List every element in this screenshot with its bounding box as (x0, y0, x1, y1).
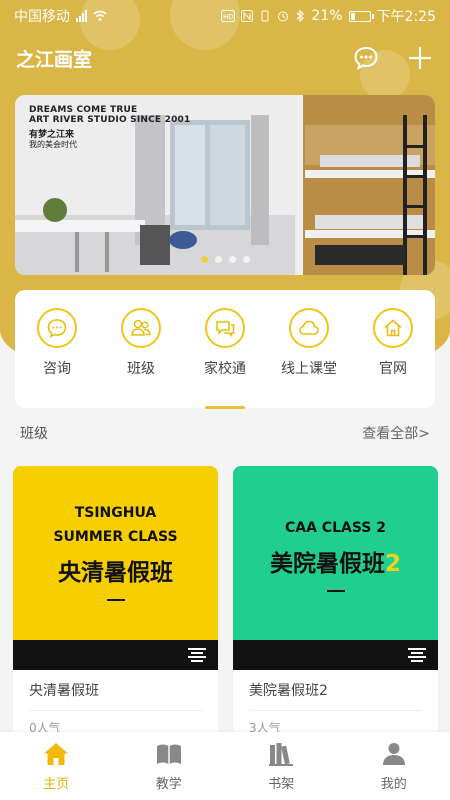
svg-text:HD: HD (223, 13, 234, 21)
cover-cn-title: 美院暑假班2 (270, 544, 401, 578)
quick-nav: 咨询 班级 家校通 线上课堂 官网 (15, 290, 435, 409)
cover-cn-text: 美院暑假班 (269, 551, 385, 577)
class-card[interactable]: CAA CLASS 2 美院暑假班2 美院暑假班2 3人气 (233, 466, 438, 746)
carousel-dot[interactable] (214, 256, 222, 263)
cover-divider (106, 599, 125, 601)
class-cover: CAA CLASS 2 美院暑假班2 (233, 466, 438, 640)
chat-icon (354, 46, 378, 70)
banner-line3: 有梦之江来 (29, 129, 75, 140)
tab-bookshelf[interactable]: 书架 (241, 740, 321, 792)
cover-en-line2: SUMMER CLASS (53, 529, 178, 545)
nfc-icon (241, 10, 254, 22)
carousel-dot[interactable] (228, 256, 236, 263)
nav-label: 咨询 (43, 361, 71, 377)
online-class-icon (299, 320, 319, 335)
signal-icon (76, 10, 87, 22)
studio-logo-icon (188, 648, 206, 662)
class-name: 央清暑假班 (29, 683, 99, 699)
class-icon (131, 319, 151, 336)
vibrate-icon (261, 10, 269, 22)
cover-en-line1: TSINGHUA (74, 505, 157, 521)
bookshelf-icon (269, 743, 294, 766)
studio-logo-icon (408, 648, 426, 662)
banner-carousel[interactable]: DREAMS COME TRUE ART RIVER STUDIO SINCE … (15, 95, 435, 275)
clock: 下午2:25 (376, 9, 436, 25)
class-cover: TSINGHUA SUMMER CLASS 央清暑假班 (13, 466, 218, 640)
app-title: 之江画室 (16, 48, 93, 71)
tab-label: 书架 (268, 777, 295, 792)
home-icon (44, 743, 69, 765)
tab-label: 主页 (43, 777, 70, 792)
battery-icon (348, 10, 374, 22)
nav-item-online-class[interactable]: 线上课堂 (267, 308, 351, 408)
home-school-icon (216, 321, 235, 338)
nav-item-website[interactable]: 官网 (351, 308, 435, 408)
wifi-icon (93, 10, 107, 21)
nav-item-class[interactable]: 班级 (99, 308, 183, 408)
cover-strip (233, 640, 438, 670)
tab-mine[interactable]: 我的 (354, 740, 434, 792)
view-all-link[interactable]: 查看全部> (362, 423, 430, 443)
cover-cn-title: 央清暑假班 (58, 560, 173, 586)
banner-line2: ART RIVER STUDIO SINCE 2001 (29, 115, 191, 126)
banner-line4: 我的美会时代 (29, 140, 77, 150)
cover-strip (13, 640, 218, 670)
section-title: 班级 (20, 426, 48, 442)
carousel-dot[interactable] (200, 256, 208, 263)
battery-percent: 21% (311, 8, 343, 24)
carrier-label: 中国移动 (14, 9, 70, 25)
banner-line1: DREAMS COME TRUE (29, 105, 138, 115)
add-button[interactable] (406, 44, 434, 72)
add-icon (409, 47, 431, 69)
banner-text: DREAMS COME TRUE ART RIVER STUDIO SINCE … (29, 105, 190, 149)
hd-icon: HD (221, 10, 236, 22)
app-header: 之江画室 (0, 38, 450, 78)
tab-home[interactable]: 主页 (16, 740, 96, 792)
carousel-indicator (15, 256, 435, 263)
nav-label: 线上课堂 (281, 361, 337, 377)
class-card[interactable]: TSINGHUA SUMMER CLASS 央清暑假班 央清暑假班 0人气 (13, 466, 218, 746)
tab-label: 教学 (155, 777, 182, 792)
carousel-dot[interactable] (242, 256, 250, 263)
tab-label: 我的 (380, 777, 407, 792)
message-button[interactable] (352, 44, 380, 72)
cover-divider (326, 590, 345, 592)
alarm-icon (278, 11, 289, 22)
book-icon (156, 744, 181, 764)
nav-label: 官网 (379, 361, 407, 377)
nav-label: 家校通 (204, 361, 246, 377)
bottom-tab-bar: 主页 教学 书架 我的 (0, 732, 450, 800)
consult-icon (47, 319, 67, 339)
status-bar: 中国移动 HD 21% 下午2:25 (0, 0, 450, 32)
tab-teaching[interactable]: 教学 (129, 740, 209, 792)
nav-item-consult[interactable]: 咨询 (15, 308, 99, 408)
bluetooth-icon (297, 10, 305, 22)
class-name: 美院暑假班2 (249, 683, 328, 699)
website-icon (384, 319, 402, 337)
nav-label: 班级 (127, 361, 155, 377)
cover-cn-suffix: 2 (384, 551, 401, 577)
cover-en-line1: CAA CLASS 2 (284, 520, 386, 536)
class-section-header: 班级 查看全部> (20, 423, 430, 443)
nav-selected-indicator (205, 406, 245, 409)
user-icon (382, 743, 405, 765)
nav-item-home-school[interactable]: 家校通 (183, 308, 267, 409)
